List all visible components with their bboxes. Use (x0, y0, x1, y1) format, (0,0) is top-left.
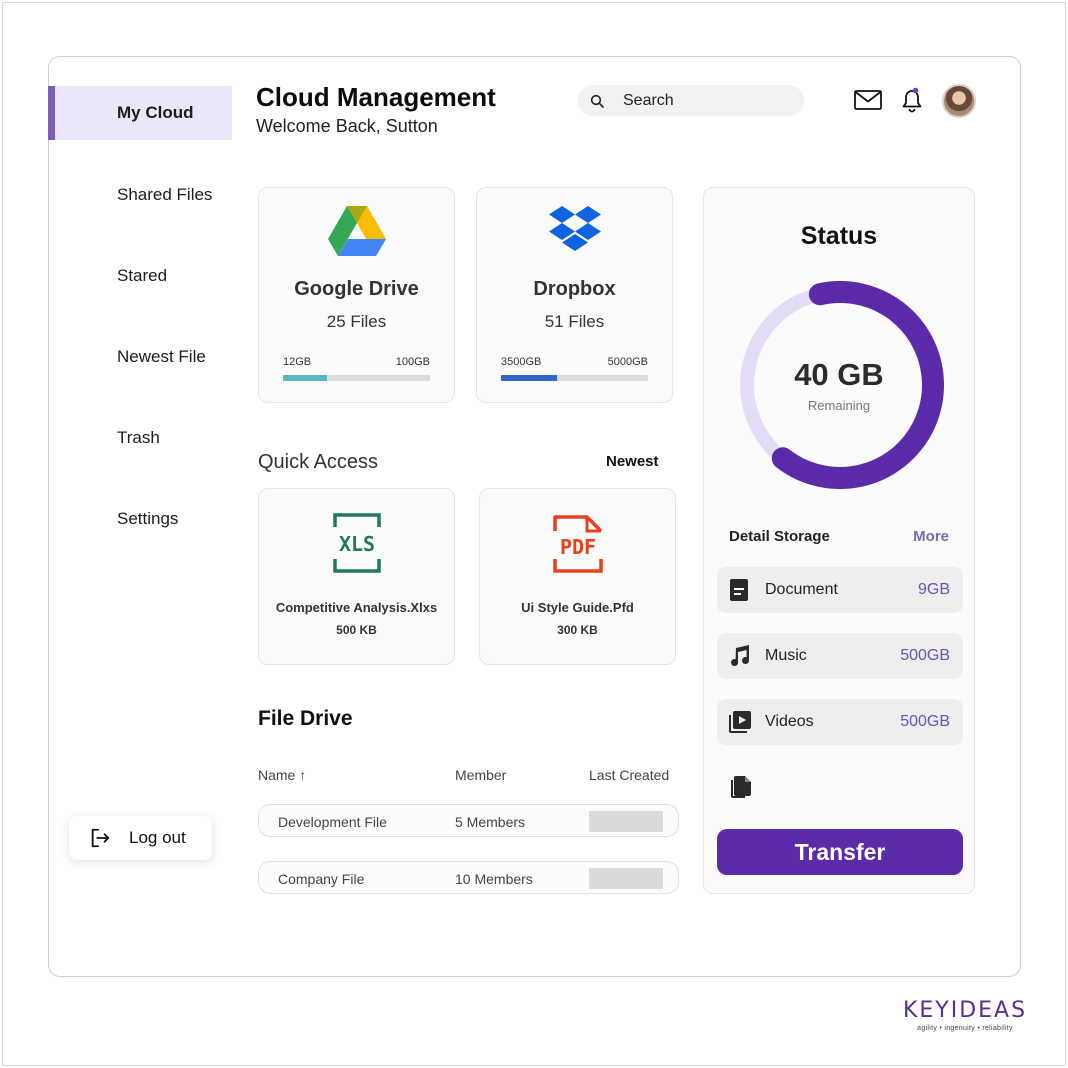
table-row[interactable]: Development File 5 Members (258, 804, 679, 837)
file-name: Competitive Analysis.Xlxs (275, 600, 438, 615)
storage-used: 12GB (283, 356, 312, 368)
file-size: 500 KB (336, 623, 377, 637)
storage-progress-bar (283, 375, 430, 381)
storage-name: Google Drive (294, 278, 419, 300)
welcome-subtitle: Welcome Back, Sutton (256, 116, 438, 136)
file-count: 51 Files (544, 312, 605, 331)
google-drive-logo (327, 206, 386, 256)
quick-access-file-xls[interactable]: XLS Competitive Analysis.Xlxs 500 KB (258, 488, 455, 665)
sidebar-item-settings[interactable]: Settings (48, 492, 232, 546)
storage-item-videos[interactable]: Videos 500GB (717, 699, 963, 745)
storage-item-document[interactable]: Document 9GB (717, 567, 963, 613)
brand-tagline: agility • ingenuity • reliability (917, 1025, 1013, 1032)
pdf-icon-text: PDF (559, 535, 595, 559)
storage-item-value: 9GB (917, 581, 950, 598)
sidebar-item-label: Shared Files (117, 185, 213, 204)
logout-icon (91, 828, 110, 848)
storage-item-value: 500GB (900, 713, 950, 730)
search-bar[interactable] (578, 85, 804, 116)
mail-icon[interactable] (854, 90, 882, 110)
storage-card-google-drive[interactable]: Google Drive 25 Files 12GB 100GB (258, 187, 455, 403)
row-file-name: Company File (278, 871, 365, 887)
row-members: 10 Members (455, 871, 533, 887)
table-row[interactable]: Company File 10 Members (258, 861, 679, 894)
file-size: 300 KB (557, 623, 598, 637)
storage-used: 3500GB (501, 356, 542, 368)
quick-access-title: Quick Access (258, 451, 379, 473)
file-drive-title: File Drive (258, 707, 353, 730)
document-icon (730, 579, 748, 601)
status-panel: Status 40 GB Remaining Detail Storage Mo… (703, 187, 975, 894)
notification-bell-icon[interactable] (901, 87, 923, 113)
row-file-name: Development File (278, 814, 387, 830)
xls-icon-text: XLS (338, 532, 374, 556)
storage-total: 100GB (395, 356, 430, 368)
sidebar-item-newest-file[interactable]: Newest File (48, 330, 232, 384)
dropbox-logo (548, 206, 601, 251)
sidebar-item-label: Stared (117, 266, 168, 285)
page-title: Cloud Management (256, 82, 496, 112)
logout-label: Log out (129, 828, 186, 847)
storage-item-label: Music (765, 647, 807, 664)
storage-card-dropbox[interactable]: Dropbox 51 Files 3500GB 5000GB (476, 187, 673, 403)
brand-name: KEYIDEAS (902, 998, 1028, 1023)
more-link[interactable]: More (913, 528, 949, 545)
sidebar-item-trash[interactable]: Trash (48, 411, 232, 465)
storage-item-value: 500GB (900, 647, 950, 664)
storage-total: 5000GB (607, 356, 648, 368)
file-copy-icon[interactable] (731, 776, 751, 798)
storage-item-label: Document (765, 581, 838, 598)
storage-progress-fill (501, 375, 557, 381)
xls-file-icon: XLS (332, 513, 381, 573)
transfer-button[interactable]: Transfer (717, 829, 963, 875)
storage-item-label: Videos (765, 713, 814, 730)
user-avatar[interactable] (942, 84, 976, 118)
sidebar-item-stared[interactable]: Stared (48, 249, 232, 303)
storage-range: 3500GB 5000GB (501, 356, 648, 368)
storage-item-music[interactable]: Music 500GB (717, 633, 963, 679)
sidebar-item-my-cloud[interactable]: My Cloud (48, 86, 232, 140)
sidebar-item-label: Trash (117, 428, 160, 447)
remaining-label: Remaining (807, 398, 871, 413)
video-library-icon (729, 711, 751, 733)
column-header-member[interactable]: Member (455, 767, 506, 783)
column-header-last-created[interactable]: Last Created (589, 767, 669, 783)
sort-newest-button[interactable]: Newest (606, 453, 659, 470)
logout-button[interactable]: Log out (69, 816, 212, 860)
status-title: Status (800, 222, 878, 250)
file-name: Ui Style Guide.Pfd (521, 600, 634, 615)
music-note-icon (731, 645, 750, 667)
storage-range: 12GB 100GB (283, 356, 430, 368)
brand-logo: KEYIDEAS agility • ingenuity • reliabili… (901, 998, 1029, 1032)
sidebar-item-label: Newest File (117, 347, 206, 366)
storage-name: Dropbox (533, 278, 616, 300)
sidebar-item-shared-files[interactable]: Shared Files (48, 168, 232, 222)
sidebar-item-label: Settings (117, 509, 179, 528)
detail-storage-title: Detail Storage (729, 528, 830, 545)
row-date-placeholder (589, 811, 663, 832)
storage-progress-bar (501, 375, 648, 381)
storage-progress-fill (283, 375, 328, 381)
remaining-value: 40 GB (794, 357, 884, 392)
search-input[interactable] (623, 91, 773, 110)
search-icon (590, 94, 604, 108)
column-header-name[interactable]: Name ↑ (258, 767, 306, 783)
pdf-file-icon: PDF (552, 515, 603, 573)
file-count: 25 Files (326, 312, 387, 331)
sidebar-item-label: My Cloud (117, 103, 194, 122)
row-date-placeholder (589, 868, 663, 889)
row-members: 5 Members (455, 814, 526, 830)
quick-access-file-pdf[interactable]: PDF Ui Style Guide.Pfd 300 KB (479, 488, 676, 665)
